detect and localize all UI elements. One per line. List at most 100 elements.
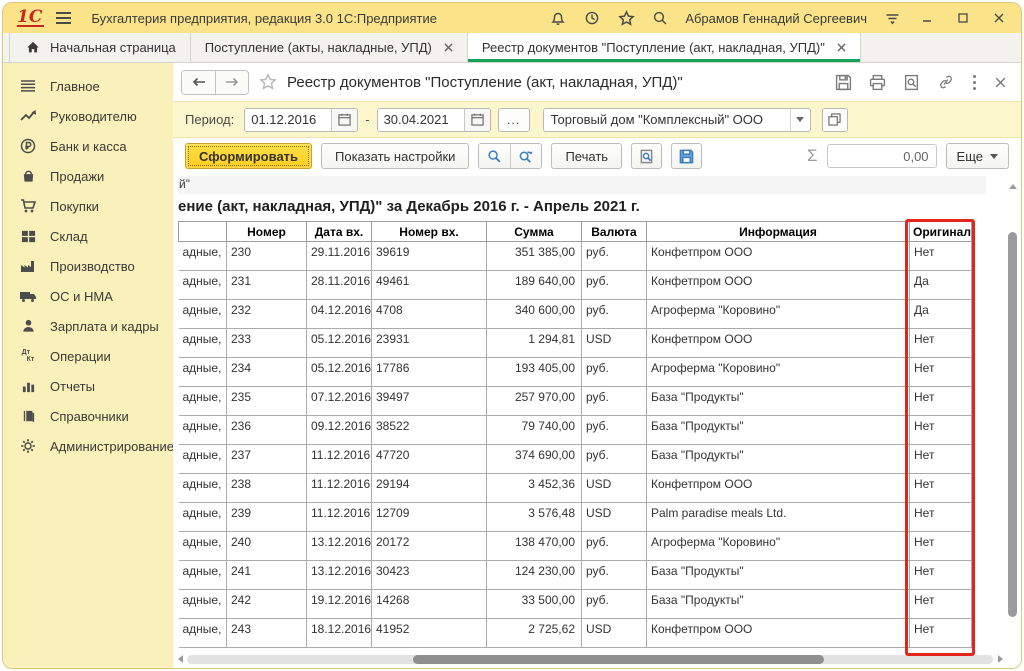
cell-date-in[interactable]: 13.12.2016	[307, 532, 372, 561]
cell-currency[interactable]: руб.	[582, 242, 647, 271]
table-row[interactable]: адные, 234 05.12.2016 17786 193 405,00 р…	[179, 358, 972, 387]
cell-date-in[interactable]: 09.12.2016	[307, 416, 372, 445]
cell-currency[interactable]: руб.	[582, 271, 647, 300]
more-actions-icon[interactable]	[972, 74, 977, 91]
cell-info[interactable]: Агроферма "Коровино"	[647, 300, 910, 329]
cell-number[interactable]: 237	[227, 445, 307, 474]
cell-date-in[interactable]: 05.12.2016	[307, 358, 372, 387]
cell-info[interactable]: Конфетпром ООО	[647, 474, 910, 503]
cell-number-in[interactable]: 23931	[372, 329, 487, 358]
cell-currency[interactable]: руб.	[582, 358, 647, 387]
cell-currency[interactable]: USD	[582, 474, 647, 503]
calendar-icon[interactable]	[464, 109, 490, 131]
table-row[interactable]: адные, 242 19.12.2016 14268 33 500,00 ру…	[179, 590, 972, 619]
scroll-right-icon[interactable]	[998, 655, 1003, 663]
scroll-left-icon[interactable]	[178, 655, 183, 663]
notifications-icon[interactable]	[549, 9, 567, 27]
table-row[interactable]: адные, 241 13.12.2016 30423 124 230,00 р…	[179, 561, 972, 590]
back-button[interactable]	[182, 71, 215, 94]
search-icon[interactable]	[651, 9, 669, 27]
cell-number[interactable]: 231	[227, 271, 307, 300]
cell-number-in[interactable]: 14268	[372, 590, 487, 619]
minimize-icon[interactable]	[917, 9, 937, 27]
cell-currency[interactable]: USD	[582, 329, 647, 358]
period-options-button[interactable]: ...	[498, 108, 530, 132]
cell-number-in[interactable]: 29194	[372, 474, 487, 503]
cell-currency[interactable]: руб.	[582, 445, 647, 474]
cell-date-in[interactable]: 11.12.2016	[307, 503, 372, 532]
maximize-icon[interactable]	[953, 9, 973, 27]
cell-number[interactable]: 243	[227, 619, 307, 648]
cell-doc-clipped[interactable]: адные,	[179, 503, 227, 532]
cell-date-in[interactable]: 11.12.2016	[307, 445, 372, 474]
cell-number-in[interactable]: 4708	[372, 300, 487, 329]
cell-number-in[interactable]: 41952	[372, 619, 487, 648]
chevron-down-icon[interactable]	[790, 109, 810, 131]
sidebar-item-otchety[interactable]: Отчеты	[3, 371, 173, 401]
cell-info[interactable]: Агроферма "Коровино"	[647, 532, 910, 561]
table-row[interactable]: адные, 233 05.12.2016 23931 1 294,81 USD…	[179, 329, 972, 358]
more-button[interactable]: Еще	[946, 143, 1009, 169]
cell-sum[interactable]: 138 470,00	[487, 532, 582, 561]
organization-combo[interactable]: Торговый дом "Комплексный" ООО	[543, 108, 811, 132]
cell-sum[interactable]: 193 405,00	[487, 358, 582, 387]
cell-date-in[interactable]: 29.11.2016	[307, 242, 372, 271]
table-row[interactable]: адные, 238 11.12.2016 29194 3 452,36 USD…	[179, 474, 972, 503]
service-menu-icon[interactable]	[883, 9, 901, 27]
date-from-input[interactable]	[245, 109, 331, 131]
cell-info[interactable]: База "Продукты"	[647, 561, 910, 590]
table-row[interactable]: адные, 236 09.12.2016 38522 79 740,00 ру…	[179, 416, 972, 445]
favorite-star-icon[interactable]	[259, 73, 277, 91]
cell-date-in[interactable]: 04.12.2016	[307, 300, 372, 329]
close-form-icon[interactable]	[994, 76, 1007, 89]
cell-number-in[interactable]: 12709	[372, 503, 487, 532]
cell-number-in[interactable]: 30423	[372, 561, 487, 590]
table-row[interactable]: адные, 240 13.12.2016 20172 138 470,00 р…	[179, 532, 972, 561]
cell-doc-clipped[interactable]: адные,	[179, 532, 227, 561]
cell-info[interactable]: Конфетпром ООО	[647, 329, 910, 358]
cell-info[interactable]: База "Продукты"	[647, 416, 910, 445]
cell-currency[interactable]: руб.	[582, 416, 647, 445]
cell-original[interactable]: Нет	[910, 619, 972, 648]
cell-date-in[interactable]: 11.12.2016	[307, 474, 372, 503]
sidebar-item-glavnoe[interactable]: Главное	[3, 71, 173, 101]
table-row[interactable]: адные, 243 18.12.2016 41952 2 725,62 USD…	[179, 619, 972, 648]
save-result-button[interactable]	[671, 143, 702, 169]
table-row[interactable]: адные, 239 11.12.2016 12709 3 576,48 USD…	[179, 503, 972, 532]
cell-sum[interactable]: 1 294,81	[487, 329, 582, 358]
cell-info[interactable]: База "Продукты"	[647, 445, 910, 474]
cell-number[interactable]: 235	[227, 387, 307, 416]
open-organization-icon[interactable]	[822, 108, 848, 132]
save-icon[interactable]	[835, 74, 852, 91]
cell-number-in[interactable]: 49461	[372, 271, 487, 300]
cell-currency[interactable]: USD	[582, 503, 647, 532]
sidebar-item-bank-kassa[interactable]: Банк и касса	[3, 131, 173, 161]
cell-currency[interactable]: USD	[582, 619, 647, 648]
cell-original[interactable]: Да	[910, 271, 972, 300]
cell-number[interactable]: 241	[227, 561, 307, 590]
cell-sum[interactable]: 3 452,36	[487, 474, 582, 503]
sidebar-item-administrirovanie[interactable]: Администрирование	[3, 431, 173, 461]
cell-sum[interactable]: 189 640,00	[487, 271, 582, 300]
cell-original[interactable]: Нет	[910, 416, 972, 445]
cell-number-in[interactable]: 39619	[372, 242, 487, 271]
date-to-input[interactable]	[378, 109, 464, 131]
close-tab-icon[interactable]	[837, 43, 846, 52]
cell-doc-clipped[interactable]: адные,	[179, 358, 227, 387]
favorites-icon[interactable]	[617, 9, 635, 27]
cell-number-in[interactable]: 20172	[372, 532, 487, 561]
cell-doc-clipped[interactable]: адные,	[179, 590, 227, 619]
cell-doc-clipped[interactable]: адные,	[179, 416, 227, 445]
print-button[interactable]: Печать	[551, 143, 622, 169]
table-row[interactable]: адные, 235 07.12.2016 39497 257 970,00 р…	[179, 387, 972, 416]
cell-number-in[interactable]: 39497	[372, 387, 487, 416]
sidebar-item-spravochniki[interactable]: Справочники	[3, 401, 173, 431]
table-row[interactable]: адные, 230 29.11.2016 39619 351 385,00 р…	[179, 242, 972, 271]
cell-number[interactable]: 236	[227, 416, 307, 445]
find-icon[interactable]	[479, 144, 510, 168]
cell-date-in[interactable]: 07.12.2016	[307, 387, 372, 416]
tab-postuplenie[interactable]: Поступление (акты, накладные, УПД)	[191, 33, 468, 62]
cell-sum[interactable]: 351 385,00	[487, 242, 582, 271]
cell-original[interactable]: Да	[910, 300, 972, 329]
cell-sum[interactable]: 124 230,00	[487, 561, 582, 590]
